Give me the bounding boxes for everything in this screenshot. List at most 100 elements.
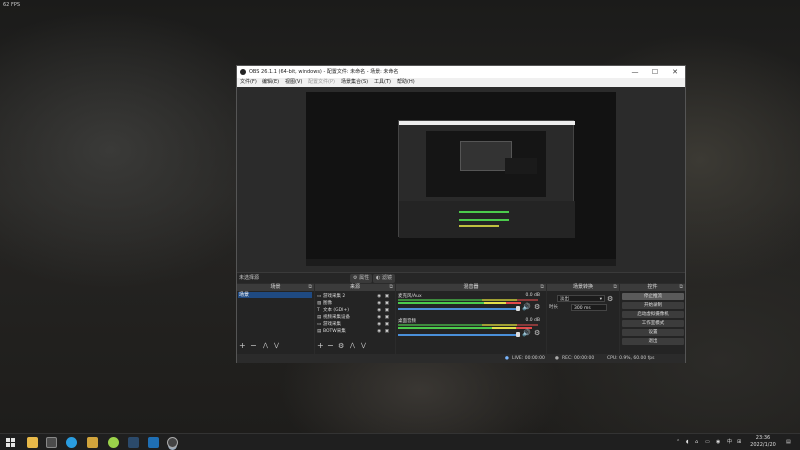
move-down-icon[interactable]: ⋁ (274, 342, 279, 350)
file-explorer-icon[interactable] (27, 437, 38, 448)
stop-streaming-button[interactable]: 停止推流 (622, 293, 684, 300)
menu-file[interactable]: 文件(F) (240, 78, 257, 87)
mic-volume-knob[interactable] (516, 306, 520, 311)
chevron-up-icon[interactable]: ⌃ (676, 434, 680, 450)
source-item[interactable]: ▤ 视频采集设备 ◉ ▣ (317, 314, 391, 321)
dock-float-icon[interactable]: ⧉ (613, 284, 617, 291)
mic-volume-slider[interactable] (398, 308, 518, 310)
dock-float-icon[interactable]: ⧉ (679, 284, 683, 291)
duration-input[interactable]: 300 ms (571, 304, 607, 311)
obs-logo-icon (240, 69, 246, 75)
start-virtual-camera-button[interactable]: 启动虚拟摄像机 (622, 311, 684, 318)
controls-title: 控件 (647, 284, 658, 290)
lock-icon[interactable]: ▣ (385, 300, 389, 307)
channel-db: 0.0 dB (525, 293, 540, 298)
scenes-title: 场景 (270, 284, 281, 290)
gear-icon[interactable]: ⚙ (607, 295, 613, 303)
studio-mode-button[interactable]: 工作室模式 (622, 320, 684, 327)
nested-preview (398, 120, 575, 238)
transition-type-value: 淡出 (560, 297, 569, 302)
obs-titlebar[interactable]: OBS 26.1.1 (64-bit, windows) - 配置文件: 未命名… (237, 66, 685, 78)
remove-scene-button[interactable]: − (250, 342, 257, 350)
filters-button[interactable]: ◐ 滤镜 (373, 274, 395, 283)
input-method-icon[interactable]: ⊞ (737, 434, 741, 450)
source-item[interactable]: ▭ 游戏采集 ◉ ▣ (317, 321, 391, 328)
battery-icon[interactable]: ◉ (716, 434, 720, 450)
eye-icon[interactable]: ◉ (377, 314, 381, 321)
steam-icon[interactable] (128, 437, 139, 448)
cpu-fps: CPU: 0.9%, 60.00 fps (607, 356, 655, 361)
desktop-volume-slider[interactable] (398, 334, 518, 336)
desktop-wallpaper: 62 FPS OBS 26.1.1 (64-bit, windows) - 配置… (0, 0, 800, 433)
network-icon[interactable]: ⌂ (695, 434, 698, 450)
nested-docks (399, 201, 575, 238)
menu-profile[interactable]: 配置文件(P) (308, 78, 335, 87)
dock-float-icon[interactable]: ⧉ (308, 284, 312, 291)
dock-float-icon[interactable]: ⧉ (540, 284, 544, 291)
menu-edit[interactable]: 编辑(E) (262, 78, 279, 87)
source-item[interactable]: ▭ 游戏采集 2 ◉ ▣ (317, 293, 391, 300)
gear-icon[interactable]: ⚙ (534, 329, 540, 337)
move-up-icon[interactable]: ⋀ (350, 342, 355, 350)
remove-source-button[interactable]: − (327, 342, 334, 350)
speaker-icon[interactable]: 🔊 (522, 303, 531, 311)
source-item[interactable]: ▤ BOTW采集 ◉ ▣ (317, 328, 391, 335)
scene-item[interactable]: 场景 (238, 292, 312, 298)
properties-button[interactable]: ⚙ 属性 (350, 274, 373, 283)
start-recording-button[interactable]: 开始录制 (622, 302, 684, 309)
menu-view[interactable]: 视图(V) (285, 78, 302, 87)
minimize-button[interactable]: — (625, 66, 645, 78)
notification-icon[interactable]: ▤ (786, 434, 791, 450)
move-up-icon[interactable]: ⋀ (263, 342, 268, 350)
eye-icon[interactable]: ◉ (377, 321, 381, 328)
obs-icon[interactable] (167, 437, 178, 448)
status-bar: ● LIVE: 00:00:00 ● REC: 00:00:00 CPU: 0.… (237, 355, 685, 363)
maximize-button[interactable]: ☐ (645, 66, 665, 78)
add-source-button[interactable]: + (317, 342, 324, 350)
source-label: 游戏采集 (323, 322, 341, 327)
lock-icon[interactable]: ▣ (385, 328, 389, 335)
lock-icon[interactable]: ▣ (385, 307, 389, 314)
transition-type-select[interactable]: 淡出 ▾ (557, 295, 605, 302)
game-icon[interactable] (87, 437, 98, 448)
live-time: LIVE: 00:00:00 (512, 356, 545, 361)
speaker-icon[interactable]: 🔊 (522, 329, 531, 337)
eye-icon[interactable]: ◉ (377, 328, 381, 335)
language-indicator[interactable]: 中 (727, 434, 732, 450)
source-item[interactable]: T 文本 (GDI+) ◉ ▣ (317, 307, 391, 314)
add-scene-button[interactable]: + (239, 342, 246, 350)
settings-button[interactable]: 设置 (622, 329, 684, 336)
gear-icon[interactable]: ⚙ (534, 303, 540, 311)
menu-help[interactable]: 帮助(H) (397, 78, 415, 87)
gear-icon[interactable]: ⚙ (338, 342, 344, 350)
lock-icon[interactable]: ▣ (385, 293, 389, 300)
lock-icon[interactable]: ▣ (385, 321, 389, 328)
source-label: 文本 (GDI+) (323, 308, 349, 313)
eye-icon[interactable]: ◉ (377, 300, 381, 307)
exit-button[interactable]: 退出 (622, 338, 684, 345)
menu-tools[interactable]: 工具(T) (374, 78, 391, 87)
launcher-icon[interactable] (148, 437, 159, 448)
app-icon[interactable] (108, 437, 119, 448)
source-item[interactable]: ▨ 图像 ◉ ▣ (317, 300, 391, 307)
edge-icon[interactable] (66, 437, 77, 448)
desktop-volume-knob[interactable] (516, 332, 520, 337)
store-icon[interactable] (46, 437, 57, 448)
eye-icon[interactable]: ◉ (377, 307, 381, 314)
speaker-icon[interactable]: ◖ (686, 434, 689, 450)
preview-canvas[interactable] (306, 92, 616, 266)
sources-title: 来源 (349, 284, 360, 290)
mic-meter-background (398, 299, 538, 301)
dock-float-icon[interactable]: ⧉ (389, 284, 393, 291)
menu-scene-collection[interactable]: 场景集合(S) (341, 78, 368, 87)
source-label: 视频采集设备 (323, 315, 350, 320)
transitions-dock: 场景转换 ⧉ 淡出 ▾ ⚙ 时长 300 ms (547, 284, 619, 354)
move-down-icon[interactable]: ⋁ (361, 342, 366, 350)
battery-icon[interactable]: ▭ (705, 434, 710, 450)
lock-icon[interactable]: ▣ (385, 314, 389, 321)
eye-icon[interactable]: ◉ (377, 293, 381, 300)
close-button[interactable]: ✕ (665, 66, 685, 78)
clock[interactable]: 23:36 2022/1/20 (748, 435, 778, 449)
controls-dock: 控件 ⧉ 停止推流 开始录制 启动虚拟摄像机 工作室模式 设置 退出 (620, 284, 685, 354)
start-button[interactable] (6, 438, 15, 447)
